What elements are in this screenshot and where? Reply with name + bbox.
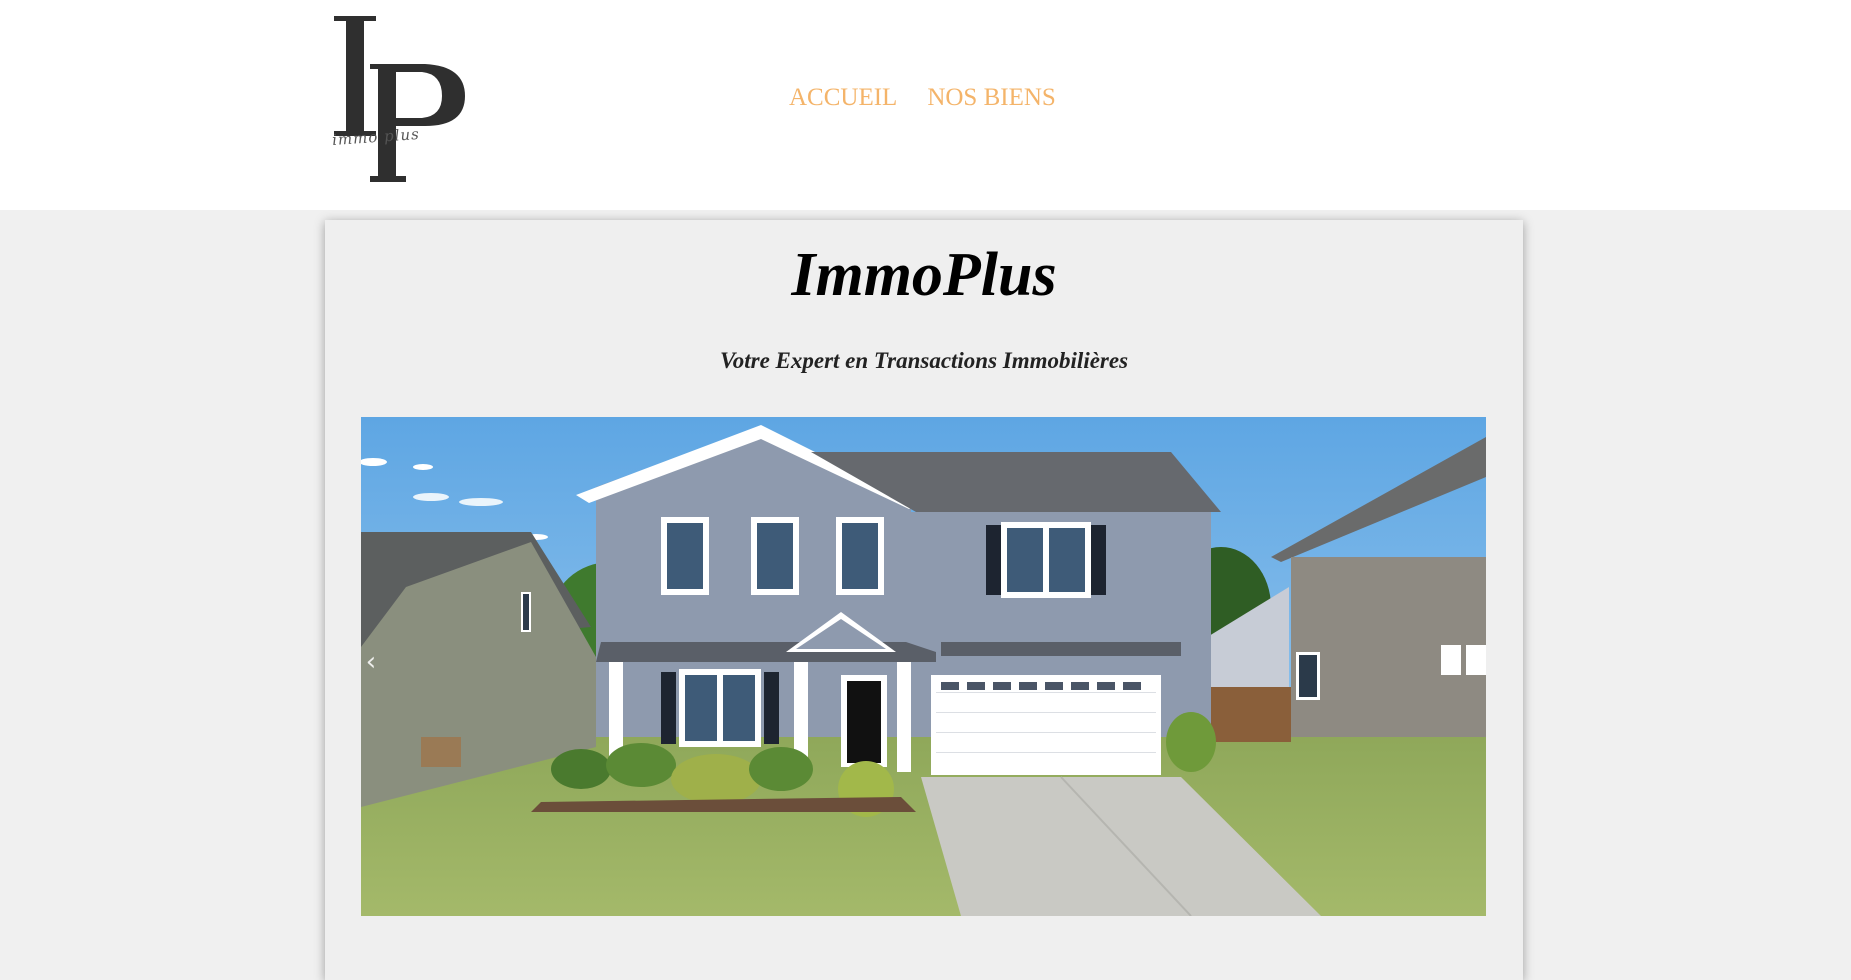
carousel-next-button[interactable]: › [1466, 647, 1486, 677]
hero-card: ImmoPlus Votre Expert en Transactions Im… [325, 220, 1523, 980]
page-subtitle: Votre Expert en Transactions Immobilière… [719, 348, 1129, 373]
carousel-prev-button[interactable]: ‹ [361, 647, 381, 677]
property-carousel[interactable]: ‹ › [361, 417, 1486, 916]
page-title: ImmoPlus [791, 241, 1057, 309]
main-nav: ACCUEIL NOS BIENS [789, 84, 1056, 112]
nav-link-accueil[interactable]: ACCUEIL [789, 84, 897, 112]
nav-link-nos-biens[interactable]: NOS BIENS [927, 84, 1056, 112]
site-header: immo plus ACCUEIL NOS BIENS [0, 0, 1851, 210]
ip-monogram-icon [334, 16, 465, 182]
house-photo-image [361, 417, 1486, 916]
site-logo[interactable]: immo plus [330, 14, 470, 186]
